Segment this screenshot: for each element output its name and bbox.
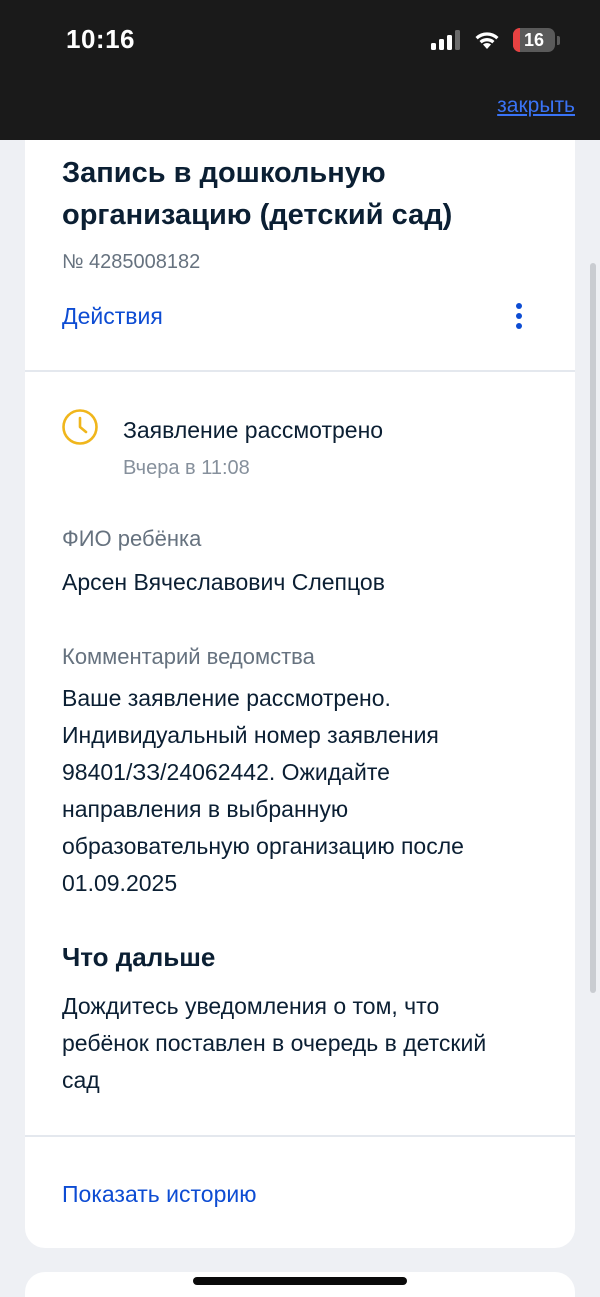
actions-link[interactable]: Действия (62, 303, 163, 330)
status-title: Заявление рассмотрено (123, 417, 384, 443)
status-time: 10:16 (66, 24, 135, 54)
battery-cap (557, 35, 560, 45)
vertical-dots-icon[interactable] (509, 300, 529, 332)
divider (25, 370, 575, 372)
comment-line: образовательную организацию после (62, 833, 464, 859)
comment-line: 98401/ЗЗ/24062442. Ожидайте (62, 759, 390, 785)
home-indicator (193, 1277, 407, 1285)
next-steps-line: Дождитесь уведомления о том, что (62, 993, 440, 1019)
cellular-signal-icon (431, 30, 460, 50)
next-steps-line: сад (62, 1067, 100, 1093)
next-steps-text: Дождитесь уведомления о том, что ребёнок… (62, 988, 532, 1099)
next-steps-title: Что дальше (62, 942, 216, 972)
wifi-icon (475, 32, 499, 49)
battery-level: 16 (523, 29, 545, 50)
comment-line: Ваше заявление рассмотрено. (62, 685, 391, 711)
application-number: № 4285008182 (62, 251, 201, 273)
show-history-link[interactable]: Показать историю (62, 1181, 256, 1208)
comment-line: Индивидуальный номер заявления (62, 722, 439, 748)
status-icons: 16 (431, 26, 560, 54)
divider (25, 1135, 575, 1137)
application-card: Запись в дошкольную организацию (детский… (25, 140, 575, 1248)
comment-label: Комментарий ведомства (62, 644, 315, 669)
clock-icon (62, 409, 98, 445)
scrollbar[interactable] (590, 263, 596, 993)
child-name-value: Арсен Вячеславович Слепцов (62, 569, 385, 595)
comment-text: Ваше заявление рассмотрено. Индивидуальн… (62, 680, 532, 902)
close-link[interactable]: закрыть (497, 94, 575, 118)
comment-line: направления в выбранную (62, 796, 349, 822)
battery-indicator: 16 (513, 28, 555, 52)
status-timestamp: Вчера в 11:08 (123, 457, 250, 479)
comment-line: 01.09.2025 (62, 870, 178, 896)
top-bar: 10:16 16 закрыть (0, 0, 600, 140)
child-name-label: ФИО ребёнка (62, 526, 202, 551)
page-title: Запись в дошкольную организацию (детский… (62, 157, 453, 231)
next-steps-line: ребёнок поставлен в очередь в детский (62, 1030, 487, 1056)
